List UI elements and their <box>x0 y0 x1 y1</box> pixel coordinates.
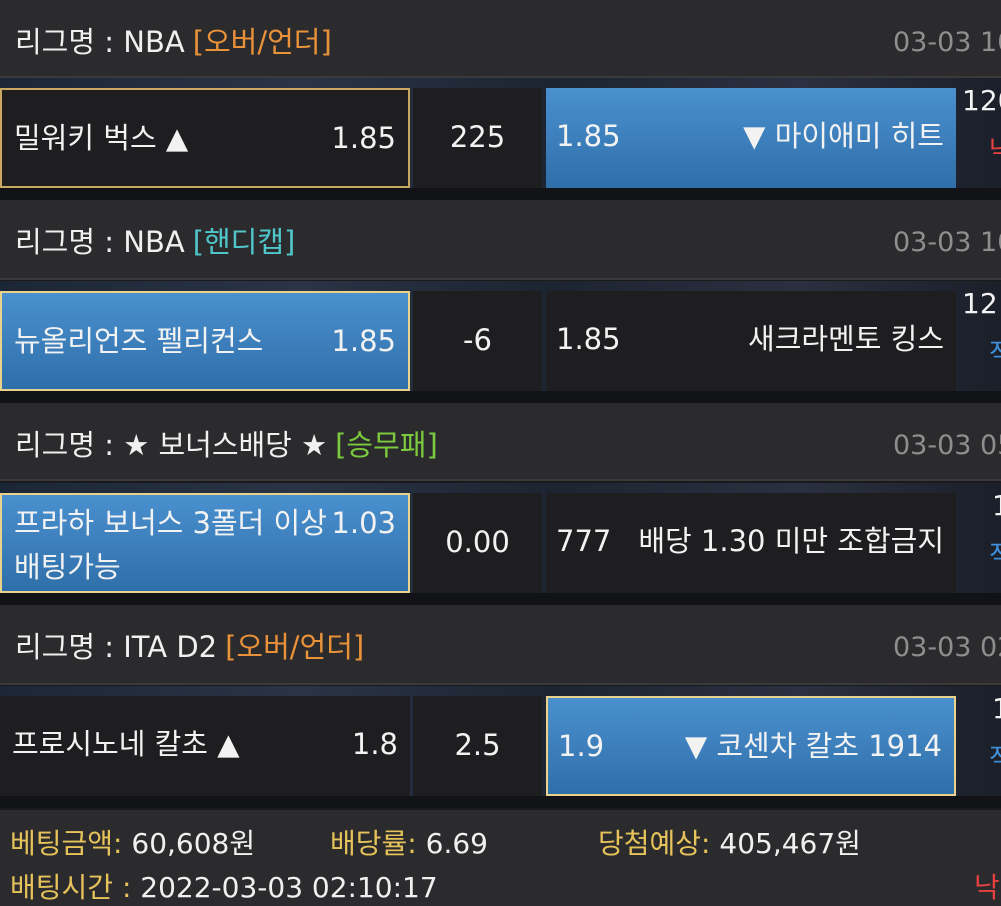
odds-rate: 배당률: 6.69 <box>330 827 488 860</box>
arrow-down-icon: ▼ <box>743 119 766 153</box>
result-status: 낙 <box>974 871 1000 904</box>
status-badge: 적 <box>989 744 1001 774</box>
home-team-button[interactable]: 밀워키 벅스 ▲ 1.85 <box>0 88 410 188</box>
league-header: 리그명 : ★ 보너스배당 ★[승무패] 03-03 05 <box>0 403 1001 481</box>
score-value: 120 <box>962 84 1001 117</box>
score-value: 1 <box>992 692 1001 725</box>
bet-slip-page: 리그명 : NBA[오버/언더] 03-03 10 밀워키 벅스 ▲ 1.85 … <box>0 0 1001 906</box>
away-odds: 1.85 <box>556 322 621 356</box>
arrow-down-icon: ▼ <box>684 729 708 763</box>
away-odds: 1.85 <box>556 119 621 153</box>
status-badge: 적 <box>989 541 1001 571</box>
bet-time: 배팅시간 : 2022-03-03 02:10:17 <box>10 871 438 904</box>
arrow-up-icon: ▲ <box>165 121 189 155</box>
away-team-name: ▼ 코센차 칼초 1914 <box>684 729 942 763</box>
away-odds: 1.9 <box>558 729 605 763</box>
market-type-tag: [핸디캡] <box>192 225 296 259</box>
bet-row: 뉴올리언즈 펠리컨스 1.85 -6 1.85 새크라멘토 킹스 12 적 <box>0 281 1001 403</box>
market-type-tag: [오버/언더] <box>192 25 332 59</box>
home-team-name: 밀워키 벅스 ▲ <box>14 121 189 155</box>
score-value: 12 <box>962 287 998 320</box>
score-value: 1 <box>992 489 1001 522</box>
bet-row: 프라하 보너스 3폴더 이상 배팅가능 1.03 0.00 777 배당 1.3… <box>0 483 1001 605</box>
line-value: 2.5 <box>413 696 542 796</box>
result-column: 1 적 <box>962 483 1001 593</box>
match-time: 03-03 10 <box>893 227 1001 258</box>
status-badge: 낙 <box>989 136 1001 166</box>
away-odds: 777 <box>556 524 612 558</box>
market-type-tag: [오버/언더] <box>225 630 365 664</box>
league-name: 리그명 : ★ 보너스배당 ★ [승무패] <box>15 428 438 462</box>
home-odds: 1.85 <box>331 121 396 155</box>
league-header: 리그명 : NBA[핸디캡] 03-03 10 <box>0 200 1001 280</box>
bet-row: 밀워키 벅스 ▲ 1.85 225 1.85 ▼ 마이애미 히트 120 낙 <box>0 78 1001 200</box>
bet-summary: 베팅금액: 60,608원 배당률: 6.69 당첨예상: 405,467원 배… <box>0 810 1001 906</box>
home-odds: 1.03 <box>331 506 396 540</box>
away-team-name: 새크라멘토 킹스 <box>748 322 944 356</box>
market-type-tag: [승무패] <box>335 428 438 462</box>
home-team-button[interactable]: 프로시노네 칼초 ▲ 1.8 <box>0 696 410 796</box>
league-name: 리그명 : NBA [핸디캡] <box>15 225 296 259</box>
result-column: 12 적 <box>962 281 1001 391</box>
result-column: 1 적 <box>962 686 1001 796</box>
bet-amount: 베팅금액: 60,608원 <box>10 827 256 860</box>
home-team-name: 뉴올리언즈 펠리컨스 <box>14 324 264 358</box>
league-header: 리그명 : NBA[오버/언더] 03-03 10 <box>0 0 1001 78</box>
status-badge: 적 <box>989 339 1001 369</box>
home-team-name-line2: 배팅가능 <box>14 550 121 584</box>
home-team-name: 프라하 보너스 3폴더 이상 <box>14 506 327 540</box>
home-odds: 1.8 <box>351 727 398 761</box>
match-time: 03-03 02 <box>893 632 1001 663</box>
result-column: 120 낙 <box>962 78 1001 188</box>
expected-win: 당첨예상: 405,467원 <box>598 827 861 860</box>
line-value: 225 <box>413 88 542 188</box>
away-team-button[interactable]: 1.85 새크라멘토 킹스 <box>546 291 956 391</box>
league-name: 리그명 : NBA [오버/언더] <box>15 25 332 59</box>
line-value: -6 <box>413 291 542 391</box>
away-team-name: ▼ 마이애미 히트 <box>743 119 944 153</box>
match-time: 03-03 10 <box>893 27 1001 58</box>
line-value: 0.00 <box>413 493 542 593</box>
bet-row: 프로시노네 칼초 ▲ 1.8 2.5 1.9 ▼ 코센차 칼초 1914 1 적 <box>0 686 1001 808</box>
league-header: 리그명 : ITA D2[오버/언더] 03-03 02 <box>0 605 1001 685</box>
away-team-name: 배당 1.30 미만 조합금지 <box>638 524 944 558</box>
home-team-button[interactable]: 뉴올리언즈 펠리컨스 1.85 <box>0 291 410 391</box>
away-team-button[interactable]: 777 배당 1.30 미만 조합금지 <box>546 493 956 593</box>
match-time: 03-03 05 <box>893 430 1001 461</box>
arrow-up-icon: ▲ <box>217 727 240 761</box>
away-team-button[interactable]: 1.85 ▼ 마이애미 히트 <box>546 88 956 188</box>
home-team-button[interactable]: 프라하 보너스 3폴더 이상 배팅가능 1.03 <box>0 493 410 593</box>
league-name: 리그명 : ITA D2 [오버/언더] <box>15 630 365 664</box>
away-team-button[interactable]: 1.9 ▼ 코센차 칼초 1914 <box>546 696 956 796</box>
home-team-name: 프로시노네 칼초 ▲ <box>12 727 240 761</box>
home-odds: 1.85 <box>331 324 396 358</box>
